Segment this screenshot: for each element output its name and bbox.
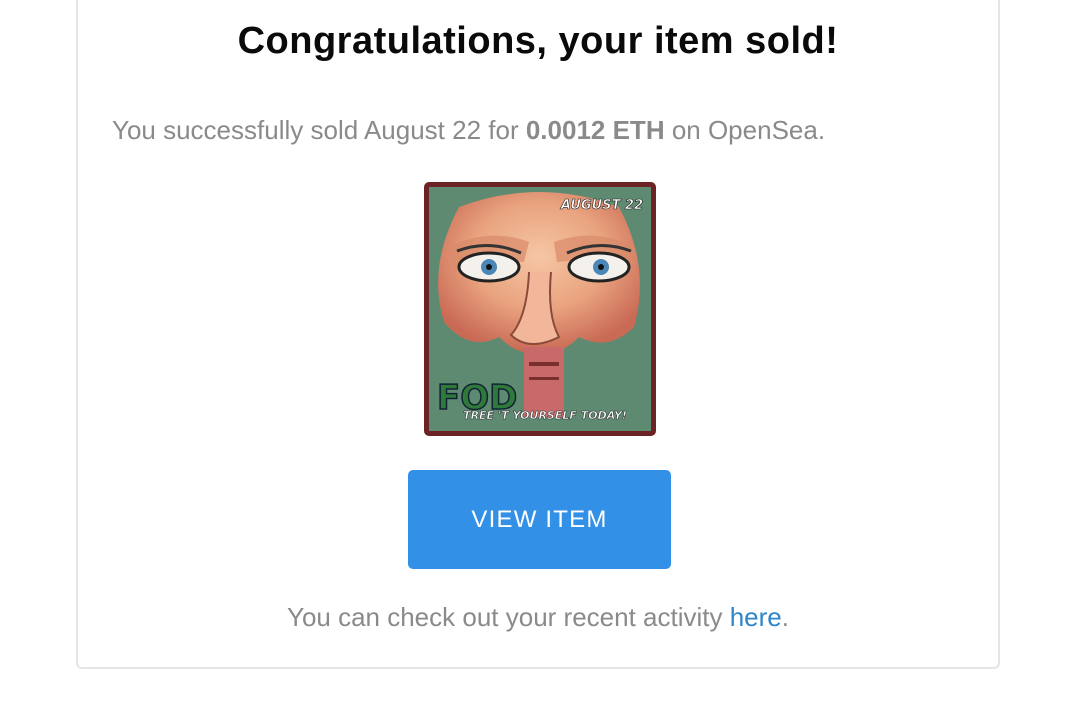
page-title: Congratulations, your item sold! [237, 20, 839, 62]
sale-price: 0.0012 ETH [525, 115, 665, 145]
item-image[interactable]: FOD AUGUST 22 TREE 'T YOURSELF TODAY! [424, 182, 656, 436]
artwork-bottom-caption: TREE 'T YOURSELF TODAY! [463, 409, 627, 422]
activity-here-link[interactable]: here [730, 602, 782, 632]
email-card: Congratulations, your item sold! You suc… [76, 0, 1000, 669]
view-item-button[interactable]: VIEW ITEM [408, 470, 671, 569]
artwork-top-caption: AUGUST 22 [560, 198, 643, 213]
sale-summary: You successfully sold August 22 for 0.00… [112, 115, 825, 146]
activity-prefix: You can check out your recent activity [286, 602, 730, 632]
activity-suffix: . [781, 602, 789, 632]
activity-message: You can check out your recent activity h… [78, 602, 998, 633]
sale-summary-prefix: You successfully sold August 22 for [112, 115, 526, 145]
item-artwork: FOD AUGUST 22 TREE 'T YOURSELF TODAY! [429, 187, 651, 431]
sale-summary-suffix: on OpenSea. [664, 115, 826, 145]
